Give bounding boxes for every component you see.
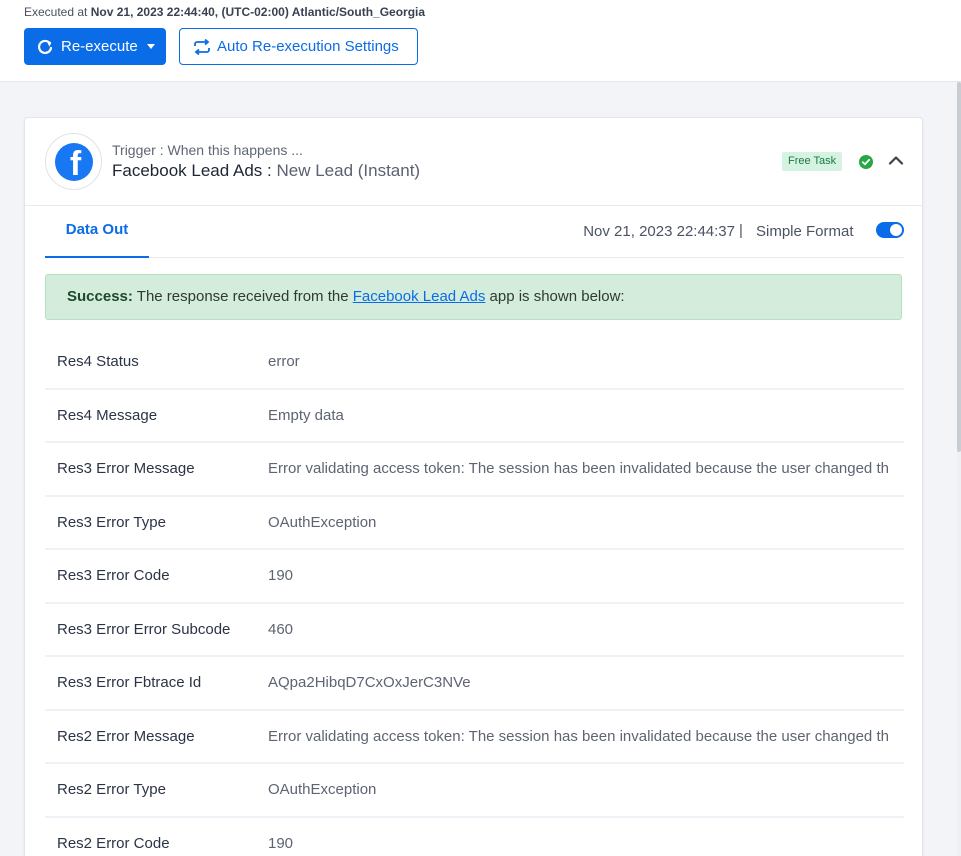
simple-format-label: Simple Format [756, 223, 854, 240]
field-key: Res3 Error Error Subcode [45, 604, 243, 657]
toggle-knob [890, 224, 902, 236]
executed-at: Executed at Nov 21, 2023 22:44:40, (UTC-… [24, 5, 425, 19]
scrollbar-thumb[interactable] [957, 82, 961, 452]
field-value: Empty data [243, 390, 904, 443]
table-row: Res2 Error Message Error validating acces… [45, 711, 904, 764]
repeat-icon [194, 38, 210, 55]
response-timestamp: Nov 21, 2023 22:44:37 [583, 223, 735, 240]
banner-text-before: The response received from the [136, 288, 349, 305]
field-key: Res4 Message [45, 390, 243, 443]
success-banner: Success: The response received from the … [45, 274, 902, 320]
refresh-icon [38, 39, 53, 54]
field-value: OAuthException [243, 497, 904, 550]
field-key: Res3 Error Code [45, 550, 243, 604]
facebook-logo: f [45, 133, 102, 190]
table-row: Res3 Error Code 190 [45, 550, 904, 604]
check-circle-icon [859, 155, 873, 169]
free-task-badge: Free Task [782, 152, 843, 171]
field-key: Res3 Error Type [45, 497, 243, 550]
table-row: Res3 Error Error Subcode 460 [45, 604, 904, 657]
field-key: Res2 Error Type [45, 764, 243, 818]
field-value: 190 [243, 550, 904, 604]
field-value: Error validating access token: The sessi… [243, 443, 904, 497]
auto-reexecution-settings-button[interactable]: Auto Re-execution Settings [179, 28, 418, 65]
facebook-lead-ads-link[interactable]: Facebook Lead Ads [353, 288, 486, 305]
separator: | [739, 222, 743, 239]
trigger-card-header[interactable]: f Trigger : When this happens ... Facebo… [25, 118, 922, 206]
simple-format-toggle[interactable] [876, 222, 904, 238]
success-label: Success: [67, 288, 133, 305]
chevron-up-icon[interactable] [888, 154, 904, 166]
table-row: Res4 Message Empty data [45, 390, 904, 443]
trigger-app-name: Facebook Lead Ads : [112, 161, 272, 180]
table-row: Res2 Error Type OAuthException [45, 764, 904, 818]
executed-value: Nov 21, 2023 22:44:40, (UTC-02:00) Atlan… [90, 5, 426, 19]
field-value: error [243, 336, 904, 390]
facebook-icon: f [54, 142, 93, 181]
trigger-event-name: New Lead (Instant) [276, 161, 421, 180]
re-execute-label: Re-execute [61, 38, 138, 55]
table-row: Res3 Error Message Error validating acces… [45, 443, 904, 497]
table-row: Res4 Status error [45, 336, 904, 390]
field-value: AQpa2HibqD7CxOxJerC3NVe [243, 657, 904, 711]
auto-reexecution-label: Auto Re-execution Settings [217, 38, 399, 55]
execution-header: Executed at Nov 21, 2023 22:44:40, (UTC-… [0, 0, 961, 82]
data-out-table: Res4 Status error Res4 Message Empty data Re… [45, 336, 904, 856]
field-key: Res4 Status [45, 336, 243, 390]
trigger-card: f Trigger : When this happens ... Facebo… [24, 117, 923, 856]
field-value: Error validating access token: The sessi… [243, 711, 904, 764]
field-key: Res3 Error Fbtrace Id [45, 657, 243, 711]
executed-prefix: Executed at [24, 5, 88, 19]
trigger-label: Trigger : When this happens ... [112, 142, 303, 158]
field-value: OAuthException [243, 764, 904, 818]
tab-data-out[interactable]: Data Out [45, 206, 149, 258]
data-tabs: Data Out Nov 21, 2023 22:44:37 | Simple … [45, 206, 904, 258]
caret-down-icon [146, 44, 155, 49]
scrollbar[interactable] [957, 82, 961, 856]
field-key: Res3 Error Message [45, 443, 243, 497]
field-key: Res2 Error Code [45, 818, 243, 856]
table-row: Res2 Error Code 190 [45, 818, 904, 856]
re-execute-button[interactable]: Re-execute [24, 28, 166, 65]
table-row: Res3 Error Type OAuthException [45, 497, 904, 550]
table-row: Res3 Error Fbtrace Id AQpa2HibqD7CxOxJerC… [45, 657, 904, 711]
field-value: 460 [243, 604, 904, 657]
field-value: 190 [243, 818, 904, 856]
facebook-logo-letter: f [69, 144, 82, 181]
field-key: Res2 Error Message [45, 711, 243, 764]
trigger-title: Facebook Lead Ads : New Lead (Instant) [112, 161, 420, 181]
banner-text-after: app is shown below: [489, 288, 625, 305]
